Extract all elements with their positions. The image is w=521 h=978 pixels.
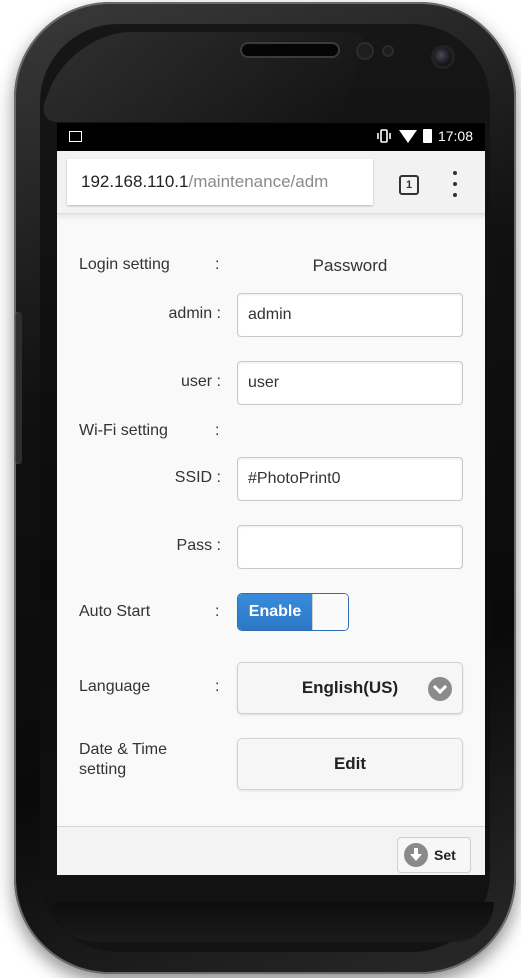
footer-bar: Set — [57, 826, 485, 875]
admin-password-field[interactable]: admin — [237, 293, 463, 337]
language-value: English(US) — [301, 678, 399, 697]
vibrate-icon — [375, 129, 393, 143]
wifi-pass-field[interactable] — [237, 525, 463, 569]
toggle-knob — [312, 594, 348, 630]
ssid-field[interactable]: #PhotoPrint0 — [237, 457, 463, 501]
settings-form: Login setting : Password admin : admin u… — [57, 214, 485, 826]
url-host: 192.168.110.1 — [81, 172, 189, 191]
battery-charging-icon — [422, 129, 432, 143]
image-notification-icon — [69, 131, 82, 142]
wifi-icon — [398, 130, 417, 143]
bottom-bezel — [54, 902, 494, 942]
set-button-label: Set — [434, 847, 456, 863]
ssid-label: SSID : — [174, 469, 221, 486]
auto-start-toggle[interactable]: Enable — [237, 593, 349, 631]
url-path: /maintenance/adm — [188, 172, 329, 191]
toggle-enable-label: Enable — [238, 594, 312, 630]
language-label: Language — [79, 678, 151, 695]
proximity-sensor — [358, 44, 372, 58]
language-select[interactable]: English(US) — [237, 662, 463, 714]
status-bar: 17:08 — [57, 123, 485, 151]
login-setting-label: Login setting — [79, 256, 170, 273]
volume-button[interactable] — [16, 312, 22, 464]
address-bar[interactable]: 192.168.110.1/maintenance/adm — [67, 159, 373, 205]
wifi-setting-colon: : — [215, 422, 220, 439]
download-icon — [404, 843, 428, 867]
admin-label: admin : — [168, 305, 221, 322]
front-camera — [434, 48, 452, 66]
datetime-label-line1: Date & Time — [79, 741, 168, 758]
browser-toolbar: 192.168.110.1/maintenance/adm 1 — [57, 151, 485, 214]
divider — [57, 214, 485, 220]
earpiece-speaker — [242, 44, 338, 56]
wifi-setting-label: Wi-Fi setting — [79, 422, 168, 439]
screen: 17:08 192.168.110.1/maintenance/adm 1 Lo… — [57, 123, 485, 875]
password-column-header: Password — [312, 256, 388, 275]
user-label: user : — [180, 373, 221, 390]
auto-start-colon: : — [215, 603, 220, 620]
user-password-field[interactable]: user — [237, 361, 463, 405]
language-colon: : — [215, 678, 220, 695]
status-time: 17:08 — [437, 128, 473, 144]
auto-start-label: Auto Start — [79, 603, 151, 620]
edit-datetime-button[interactable]: Edit — [237, 738, 463, 790]
pass-label: Pass : — [176, 537, 221, 554]
light-sensor — [384, 47, 392, 55]
chevron-down-icon — [428, 677, 452, 701]
datetime-label: Date & Time setting — [79, 740, 167, 780]
set-button[interactable]: Set — [397, 837, 471, 873]
login-setting-colon: : — [215, 256, 220, 273]
datetime-label-line2: setting — [79, 761, 127, 778]
overflow-menu-icon[interactable] — [451, 171, 459, 197]
tabs-icon[interactable]: 1 — [399, 175, 419, 195]
status-icons: 17:08 — [375, 128, 473, 144]
